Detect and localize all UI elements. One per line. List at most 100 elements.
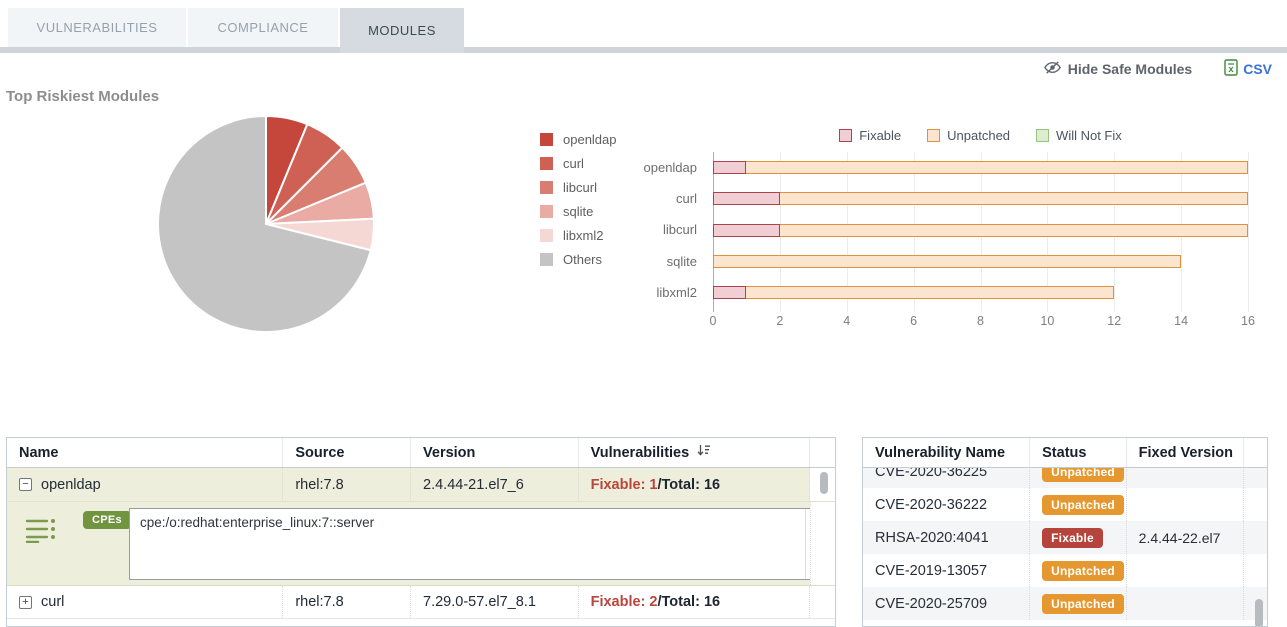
column-header-fixed-version[interactable]: Fixed Version [1127, 438, 1244, 467]
partial-next-row [863, 620, 1267, 626]
total-count: Total: 16 [662, 594, 721, 610]
tab-modules[interactable]: MODULES [340, 8, 464, 53]
server-stack-icon [25, 517, 57, 548]
status-badge: Unpatched [1042, 561, 1124, 581]
bar-unpatched-curl [713, 192, 1248, 205]
vulnerability-name: CVE-2020-36225 [863, 468, 1030, 488]
sort-descending-icon [697, 444, 711, 461]
legend-swatch [540, 157, 553, 170]
x-tick-label: 0 [710, 314, 717, 328]
bar-legend-item: Fixable [839, 128, 901, 143]
module-vulnerabilities: Fixable: 1 / Total: 16 [579, 468, 810, 501]
x-tick-label: 4 [843, 314, 850, 328]
column-header-vulnerability-name[interactable]: Vulnerability Name [863, 438, 1030, 467]
bar-legend-item: Will Not Fix [1036, 128, 1122, 143]
vulnerabilities-table-header: Vulnerability Name Status Fixed Version [863, 438, 1267, 468]
legend-swatch [927, 129, 940, 142]
legend-label: Fixable [859, 128, 901, 143]
column-header-name[interactable]: Name [7, 438, 283, 467]
row-scrollbar-gutter [1244, 468, 1267, 488]
collapse-row-icon[interactable]: − [19, 478, 32, 491]
column-header-vulnerabilities[interactable]: Vulnerabilities [579, 438, 810, 467]
pie-legend-item: openldap [540, 127, 617, 151]
riskiest-modules-pie-chart [155, 113, 377, 335]
total-count: Total: 16 [662, 477, 721, 493]
vulnerability-name: CVE-2020-25709 [863, 587, 1030, 620]
row-scrollbar-gutter [1244, 488, 1267, 521]
status-badge: Unpatched [1042, 495, 1124, 515]
legend-swatch [540, 133, 553, 146]
partial-next-row [7, 619, 835, 627]
table-row-openldap[interactable]: − openldap rhel:7.8 2.4.44-21.el7_6 Fixa… [7, 468, 835, 502]
fixed-version [1127, 488, 1244, 521]
vulnerability-name: RHSA-2020:4041 [863, 521, 1030, 554]
x-tick-label: 12 [1107, 314, 1121, 328]
table-row[interactable]: CVE-2020-36225Unpatched [863, 468, 1267, 488]
column-header-status[interactable]: Status [1030, 438, 1127, 467]
bar-category-labels: openldapcurllibcurlsqlitelibxml2 [590, 152, 705, 308]
csv-label: CSV [1243, 61, 1272, 77]
excel-file-icon: x [1224, 59, 1238, 79]
vulnerability-name: CVE-2020-36222 [863, 488, 1030, 521]
legend-swatch [540, 205, 553, 218]
csv-export-button[interactable]: x CSV [1224, 59, 1272, 79]
header-scrollbar-gutter [810, 438, 835, 467]
row-scrollbar-gutter [810, 586, 835, 618]
bar-unpatched-openldap [713, 161, 1248, 174]
bar-gridline [1248, 152, 1249, 312]
x-tick-label: 10 [1040, 314, 1054, 328]
tab-vulnerabilities[interactable]: VULNERABILITIES [8, 8, 186, 47]
status-cell: Unpatched [1030, 554, 1127, 587]
x-tick-label: 8 [977, 314, 984, 328]
x-tick-label: 16 [1241, 314, 1255, 328]
eye-slash-icon [1044, 60, 1061, 78]
bar-unpatched-sqlite [713, 255, 1181, 268]
fixable-count: Fixable: 2 [591, 594, 658, 610]
table-row-curl[interactable]: + curl rhel:7.8 7.29.0-57.el7_8.1 Fixabl… [7, 586, 835, 619]
bar-category-label: openldap [590, 152, 697, 183]
bar-fixable-libxml2 [713, 286, 746, 299]
bar-unpatched-libxml2 [713, 286, 1114, 299]
bar-fixable-curl [713, 192, 780, 205]
svg-text:x: x [1229, 64, 1235, 75]
table-row[interactable]: RHSA-2020:4041Fixable2.4.44-22.el7 [863, 521, 1267, 554]
legend-label: openldap [563, 132, 617, 147]
modules-table: Name Source Version Vulnerabilities − op… [6, 437, 836, 627]
header-scrollbar-gutter [1244, 438, 1267, 467]
vulnerabilities-table-body: CVE-2020-36225UnpatchedCVE-2020-36222Unp… [863, 468, 1267, 626]
expand-row-icon[interactable]: + [19, 596, 32, 609]
legend-swatch [540, 229, 553, 242]
module-version: 7.29.0-57.el7_8.1 [411, 586, 579, 618]
hide-safe-modules-button[interactable]: Hide Safe Modules [1044, 60, 1192, 78]
module-source: rhel:7.8 [283, 468, 411, 501]
modules-table-scrollbar-thumb[interactable] [820, 472, 828, 494]
table-row[interactable]: CVE-2019-13057 Unpatched [863, 554, 1267, 587]
bar-x-axis-labels: 0246810121416 [713, 314, 1248, 330]
bar-unpatched-libcurl [713, 224, 1248, 237]
modules-table-header: Name Source Version Vulnerabilities [7, 438, 835, 468]
vulnerabilities-header-label: Vulnerabilities [591, 445, 690, 461]
bar-fixable-libcurl [713, 224, 780, 237]
status-cell: Unpatched [1030, 468, 1127, 488]
status-badge: Unpatched [1042, 594, 1124, 614]
module-name: openldap [41, 477, 101, 493]
column-header-version[interactable]: Version [411, 438, 579, 467]
legend-swatch [540, 181, 553, 194]
bar-fixable-openldap [713, 161, 746, 174]
vulnerabilities-table-scrollbar-thumb[interactable] [1255, 599, 1263, 627]
column-header-source[interactable]: Source [283, 438, 411, 467]
table-row[interactable]: CVE-2020-36222 Unpatched [863, 488, 1267, 521]
status-cell: Unpatched [1030, 587, 1127, 620]
table-row[interactable]: CVE-2020-25709 Unpatched [863, 587, 1267, 620]
cpes-badge: CPEs [83, 511, 131, 529]
vulnerabilities-table: Vulnerability Name Status Fixed Version … [862, 437, 1268, 627]
fixable-count: Fixable: 1 [591, 477, 658, 493]
legend-label: curl [563, 156, 584, 171]
status-cell: Fixable [1030, 521, 1127, 554]
x-tick-label: 6 [910, 314, 917, 328]
cpe-list-box[interactable]: cpe:/o:redhat:enterprise_linux:7::server [129, 508, 829, 580]
row-scrollbar-gutter [810, 502, 835, 585]
fixed-version [1127, 554, 1244, 587]
tab-compliance[interactable]: COMPLIANCE [188, 8, 338, 47]
vulnerability-name: CVE-2019-13057 [863, 554, 1030, 587]
